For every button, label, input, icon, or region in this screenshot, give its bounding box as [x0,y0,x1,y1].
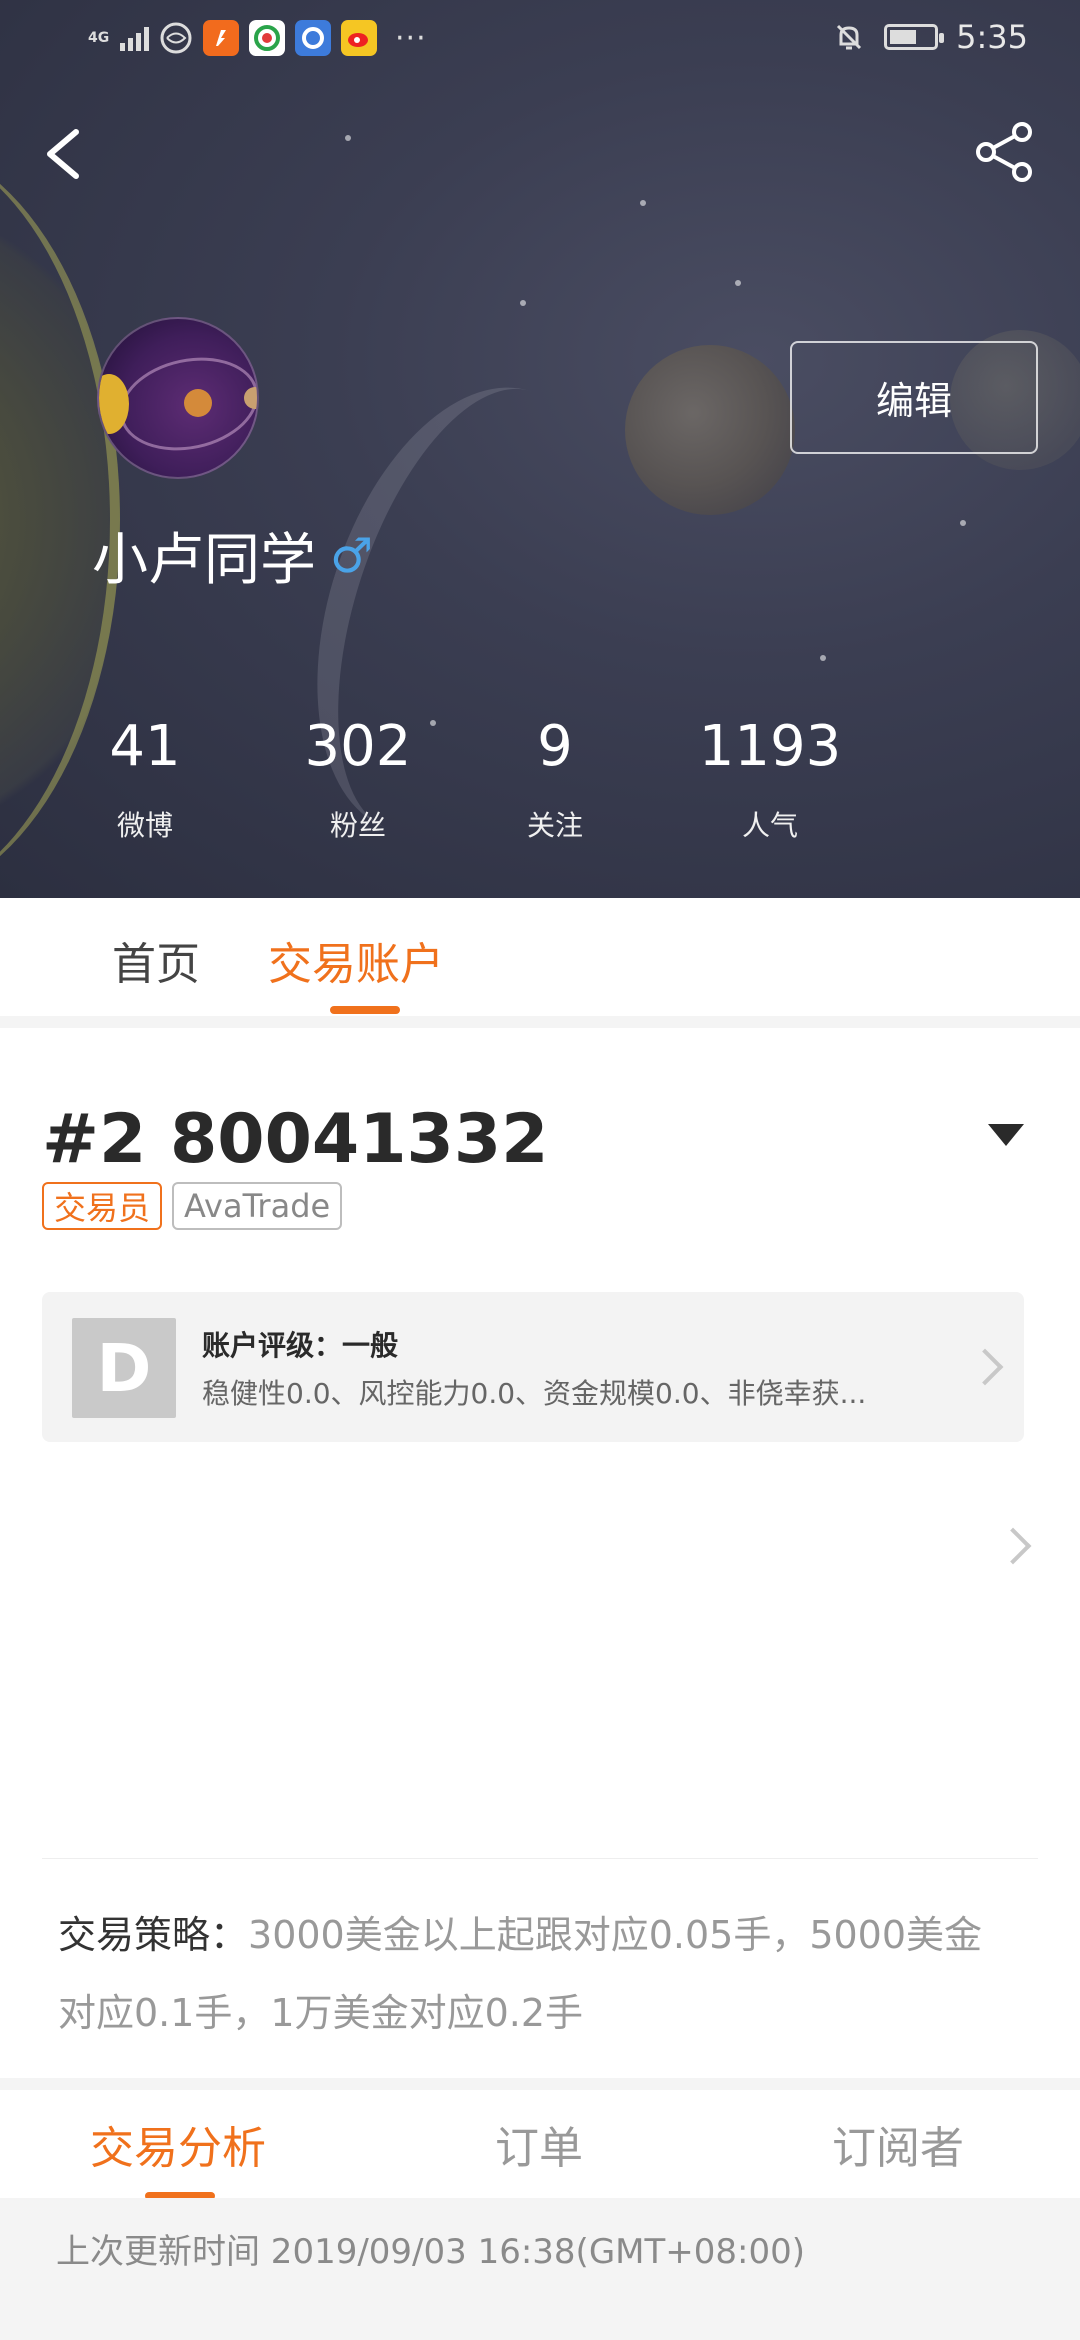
stat-value: 9 [537,714,573,779]
background-star [735,280,741,286]
trading-account-panel: #2 80041332 交易员 AvaTrade D 账户评级：一般 稳健性0.… [0,1028,1080,2078]
username-row: 小卢同学 ♂ [92,515,373,596]
back-arrow-icon [47,129,79,179]
app-notification-icon [203,20,239,56]
background-star [345,135,351,141]
stat-weibo[interactable]: 41 微博 [60,712,230,844]
stat-value: 1193 [698,714,842,779]
mute-bell-icon [837,24,862,50]
role-tag: 交易员 [42,1182,163,1230]
stat-fans[interactable]: 302 粉丝 [268,712,448,844]
tab-home[interactable]: 首页 [112,928,200,992]
stat-label: 粉丝 [329,809,386,842]
active-tab-indicator [330,1006,400,1014]
app-notification-icon [295,20,331,56]
profile-tabs: 首页 交易账户 [0,898,1080,1016]
tab-subscribers[interactable]: 订阅者 [832,2112,964,2176]
tab-trading-analysis[interactable]: 交易分析 [90,2112,266,2176]
tab-orders[interactable]: 订单 [495,2112,583,2176]
profile-header: 4G ··· 5:35 编辑 小卢同学 ♂ 41 微博 302 粉丝 9 关注 … [0,0,1080,898]
stat-value: 41 [109,714,181,779]
status-bar-left: 4G ··· [88,20,427,56]
trading-strategy: 交易策略：3000美金以上起跟对应0.05手，5000美金对应0.1手，1万美金… [58,1896,1018,2052]
background-star [820,655,826,661]
rating-grade-badge: D [72,1318,176,1418]
analysis-tabs: 交易分析 订单 订阅者 [0,2090,1080,2200]
account-title: #2 80041332 [42,1100,549,1179]
app-root: 4G ··· 5:35 编辑 小卢同学 ♂ 41 微博 302 粉丝 9 关注 … [0,0,1080,2340]
status-time: 5:35 [956,18,1028,56]
edit-profile-button[interactable]: 编辑 [790,341,1038,454]
signal-icon [120,25,149,51]
more-notifications-icon: ··· [395,20,427,56]
stat-label: 关注 [526,809,583,842]
status-bar: 4G ··· 5:35 [0,0,1080,80]
rating-title: 账户评级：一般 [202,1329,399,1362]
app-notification-icon [249,20,285,56]
chevron-right-icon [966,1348,1004,1386]
battery-icon [884,24,945,50]
browser-icon [160,22,192,54]
tab-trading-account[interactable]: 交易账户 [268,928,444,992]
last-update-bar: 上次更新时间 2019/09/03 16:38(GMT+08:00) [0,2198,1080,2298]
background-planet [625,345,795,515]
avatar[interactable] [97,317,259,479]
weibo-icon [341,20,377,56]
username: 小卢同学 [92,528,316,593]
status-bar-right: 5:35 [832,18,1028,56]
network-type: 4G [88,29,110,46]
background-star [520,300,526,306]
account-rating-card[interactable]: D 账户评级：一般 稳健性0.0、风控能力0.0、资金规模0.0、非侥幸获... [42,1292,1024,1442]
account-dropdown-icon[interactable] [988,1124,1024,1146]
stat-label: 人气 [741,809,798,842]
strategy-label: 交易策略： [58,1913,249,1957]
stat-label: 微博 [116,809,173,842]
rating-description: 稳健性0.0、风控能力0.0、资金规模0.0、非侥幸获... [202,1377,867,1410]
stat-popularity[interactable]: 1193 人气 [680,712,860,844]
background-star [640,200,646,206]
last-update-text: 上次更新时间 2019/09/03 16:38(GMT+08:00) [56,2232,806,2272]
back-button[interactable] [36,118,96,190]
gender-male-icon: ♂ [330,527,374,584]
broker-tag: AvaTrade [172,1182,343,1230]
divider [42,1858,1038,1859]
stat-following[interactable]: 9 关注 [490,712,620,844]
share-button[interactable] [970,118,1040,188]
account-tags: 交易员 AvaTrade [42,1182,343,1230]
share-icon [976,122,1032,182]
background-star [960,520,966,526]
stat-value: 302 [304,714,412,779]
